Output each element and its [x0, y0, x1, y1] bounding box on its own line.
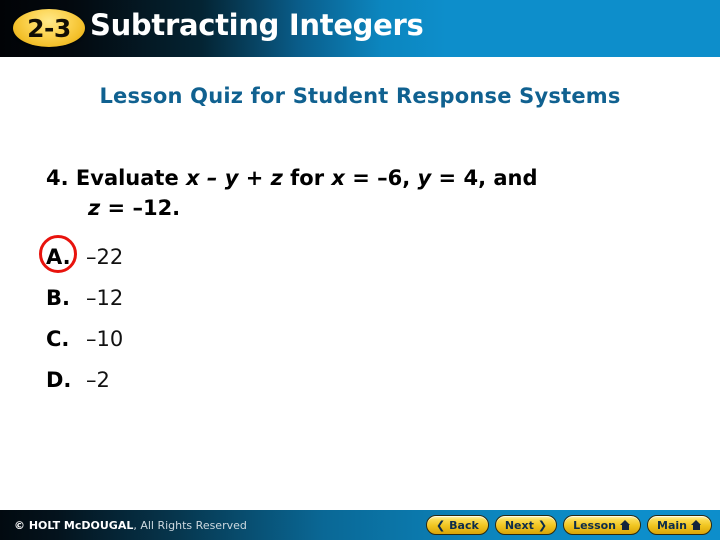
question-variable-z: z — [88, 196, 101, 220]
home-icon — [620, 520, 631, 530]
main-button[interactable]: Main — [647, 515, 712, 535]
question-z-value: = –12. — [100, 196, 181, 220]
question-variable-y: y — [417, 166, 432, 190]
choice-letter: B. — [46, 285, 70, 310]
question-y-value: = 4, and — [431, 166, 538, 190]
copyright-rights: , All Rights Reserved — [133, 519, 247, 532]
question-text: 4. Evaluate x – y + z for x = –6, y = 4,… — [46, 163, 666, 223]
navigation-buttons: ❮ Back Next ❯ Lesson Main — [425, 515, 712, 535]
slide-header: 2-3 Subtracting Integers — [0, 0, 720, 57]
choice-letter: A. — [46, 244, 71, 269]
choice-letter: D. — [46, 367, 72, 392]
copyright-brand: © HOLT McDOUGAL — [14, 519, 134, 532]
chevron-left-icon: ❮ — [435, 518, 446, 532]
choice-letter: C. — [46, 326, 70, 351]
answer-choice-b[interactable]: B. –12 — [46, 277, 446, 318]
question-expression: x – y + z — [186, 166, 283, 190]
lesson-number-badge: 2-3 — [13, 9, 85, 47]
question-mid: for — [282, 166, 332, 190]
slide-subtitle: Lesson Quiz for Student Response Systems — [99, 84, 621, 108]
slide-footer: © HOLT McDOUGAL, All Rights Reserved ❮ B… — [0, 510, 720, 540]
header-inner: 2-3 Subtracting Integers — [0, 0, 720, 57]
question-number: 4. — [46, 166, 69, 190]
question-variable-x: x — [331, 166, 345, 190]
lesson-number-text: 2-3 — [27, 13, 71, 43]
page-title: Subtracting Integers — [90, 8, 424, 42]
question-prefix: Evaluate — [75, 166, 187, 190]
lesson-button[interactable]: Lesson — [563, 515, 642, 535]
choice-value: –10 — [86, 326, 124, 351]
next-button[interactable]: Next ❯ — [494, 515, 558, 535]
answer-choice-list: A. –22 B. –12 C. –10 D. –2 — [39, 235, 446, 400]
choice-value: –2 — [86, 367, 110, 392]
back-button[interactable]: ❮ Back — [425, 515, 489, 535]
question-line-2: z = –12. — [46, 193, 666, 223]
lesson-button-label: Lesson — [573, 518, 617, 532]
home-icon — [691, 520, 702, 530]
answer-choice-c[interactable]: C. –10 — [46, 318, 446, 359]
question-x-value: = –6, — [344, 166, 418, 190]
answer-choice-d[interactable]: D. –2 — [46, 359, 446, 400]
main-button-label: Main — [657, 518, 687, 532]
choice-value: –12 — [86, 285, 124, 310]
choice-value: –22 — [86, 244, 124, 269]
next-button-label: Next — [504, 518, 534, 532]
chevron-right-icon: ❯ — [537, 518, 548, 532]
back-button-label: Back — [449, 518, 479, 532]
copyright-notice: © HOLT McDOUGAL, All Rights Reserved — [14, 519, 247, 532]
answer-choice-a[interactable]: A. –22 — [39, 235, 446, 277]
